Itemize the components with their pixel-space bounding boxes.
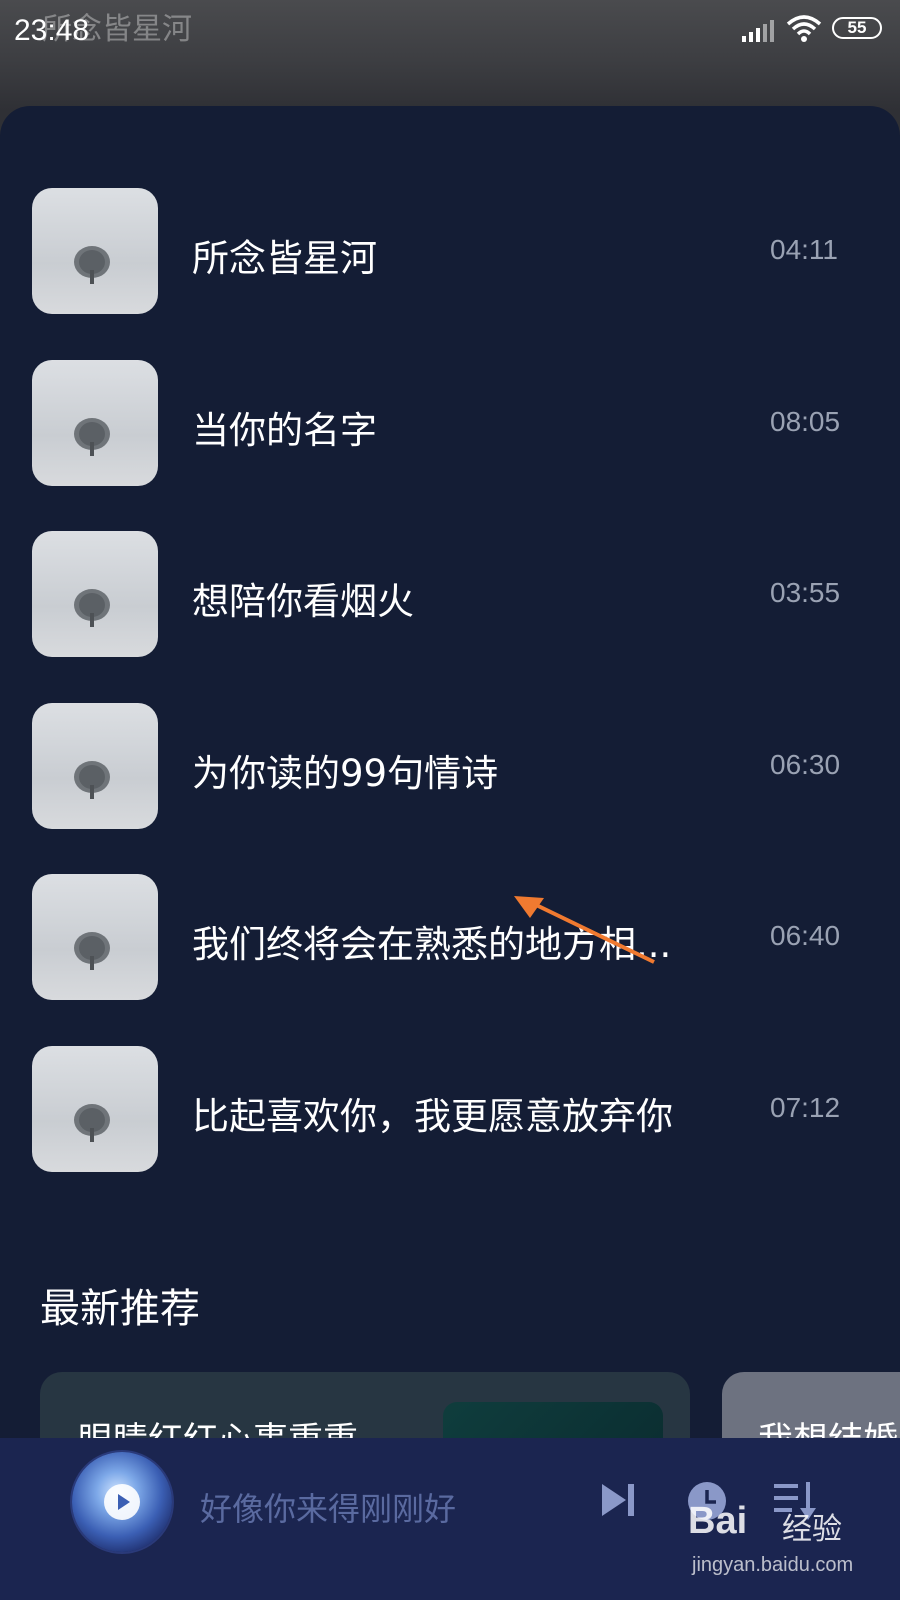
baidu-jingyan-watermark: Bai 经验 jingyan.baidu.com xyxy=(688,1500,888,1590)
track-title: 所念皆星河 xyxy=(192,237,377,280)
track-duration: 03:55 xyxy=(770,577,841,608)
track-cover xyxy=(32,359,158,486)
next-icon[interactable] xyxy=(598,1480,638,1524)
track-cover xyxy=(32,531,158,657)
album-art[interactable] xyxy=(72,1452,172,1552)
track-duration: 08:05 xyxy=(770,405,841,437)
now-playing-title[interactable]: 好像你来得刚刚好 xyxy=(200,1484,456,1530)
track-duration: 07:12 xyxy=(770,1091,841,1123)
play-icon[interactable] xyxy=(104,1484,140,1520)
track-cover xyxy=(32,702,158,829)
track-duration: 06:30 xyxy=(770,748,841,780)
battery-icon: 55 xyxy=(832,17,882,39)
track-row[interactable]: 为你读的99句情诗 06:30 xyxy=(0,702,900,831)
annotation-arrow xyxy=(514,896,655,964)
watermark-logo: Bai xyxy=(688,1500,748,1542)
track-row[interactable]: 比起喜欢你，我更愿意放弃你 07:12 xyxy=(0,1045,900,1174)
status-bar: 所念皆星河 23:48 55 xyxy=(0,0,900,60)
signal-icon xyxy=(742,20,774,46)
wifi-icon xyxy=(786,14,822,48)
track-cover xyxy=(32,1045,158,1172)
track-row[interactable]: 想陪你看烟火 03:55 xyxy=(0,531,900,659)
track-title: 比起喜欢你，我更愿意放弃你 xyxy=(192,1094,673,1138)
app-screen: 所念皆星河 23:48 55 所念皆星河 04:11 当你的名字 08:05 想陪你看烟… xyxy=(0,0,900,1600)
playlist-sheet: 所念皆星河 04:11 当你的名字 08:05 想陪你看烟火 03:55 为你读的99句情诗… xyxy=(0,106,900,1600)
track-row[interactable]: 我们终将会在熟悉的地方相... 06:40 xyxy=(0,874,900,1002)
section-title-latest: 最新推荐 xyxy=(40,1286,200,1332)
track-duration: 06:40 xyxy=(770,920,841,951)
track-duration: 04:11 xyxy=(770,234,838,265)
track-title: 当你的名字 xyxy=(192,408,377,452)
status-clock: 23:48 xyxy=(14,14,90,47)
track-cover xyxy=(32,874,158,1000)
track-title: 想陪你看烟火 xyxy=(192,580,414,623)
track-title: 为你读的99句情诗 xyxy=(192,751,499,795)
track-row[interactable]: 所念皆星河 04:11 xyxy=(0,188,900,316)
track-row[interactable]: 当你的名字 08:05 xyxy=(0,359,900,488)
track-cover xyxy=(32,188,158,314)
watermark-brand: 经验 xyxy=(782,1512,842,1547)
watermark-url: jingyan.baidu.com xyxy=(692,1554,854,1576)
